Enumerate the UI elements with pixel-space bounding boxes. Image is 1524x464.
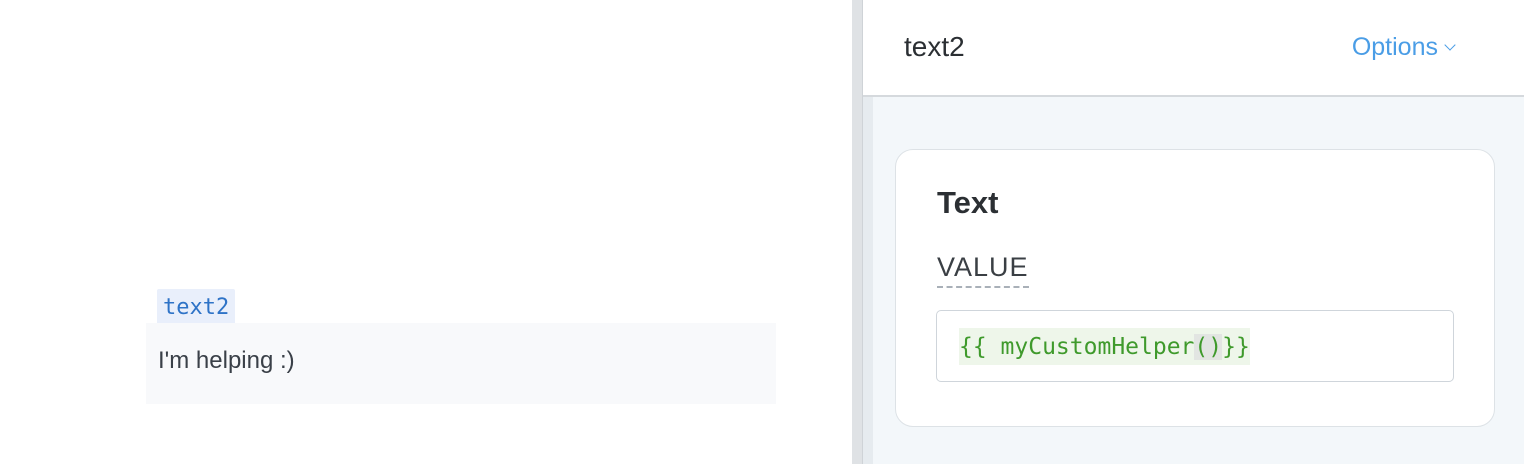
code-parens-highlight: () xyxy=(1194,333,1223,360)
value-code-input[interactable]: {{ myCustomHelper()}} xyxy=(936,310,1454,382)
inspector-header: text2 Options xyxy=(863,0,1524,97)
text-widget-value: I'm helping :) xyxy=(158,347,295,374)
card-title: Text xyxy=(937,185,999,220)
component-name-tag[interactable]: text2 xyxy=(157,289,236,326)
editor-canvas: text2 I'm helping :) xyxy=(0,0,852,464)
inspector-title[interactable]: text2 xyxy=(904,31,965,63)
inspector-gutter xyxy=(863,97,873,464)
text-property-card: Text VALUE {{ myCustomHelper()}} xyxy=(895,149,1495,427)
options-button[interactable]: Options xyxy=(1351,33,1456,62)
chevron-down-icon xyxy=(1444,38,1456,51)
code-expression-end: }} xyxy=(1222,333,1250,360)
options-label: Options xyxy=(1351,33,1438,61)
code-expression: {{ myCustomHelper()}} xyxy=(959,328,1250,365)
inspector-panel: text2 Options Text VALUE {{ myCustomHelp… xyxy=(863,0,1524,464)
code-expression-start: {{ myCustomHelper xyxy=(959,333,1195,360)
text-widget[interactable]: I'm helping :) xyxy=(146,323,776,404)
panel-resize-handle[interactable] xyxy=(852,0,863,464)
value-field-label: VALUE xyxy=(937,252,1029,288)
